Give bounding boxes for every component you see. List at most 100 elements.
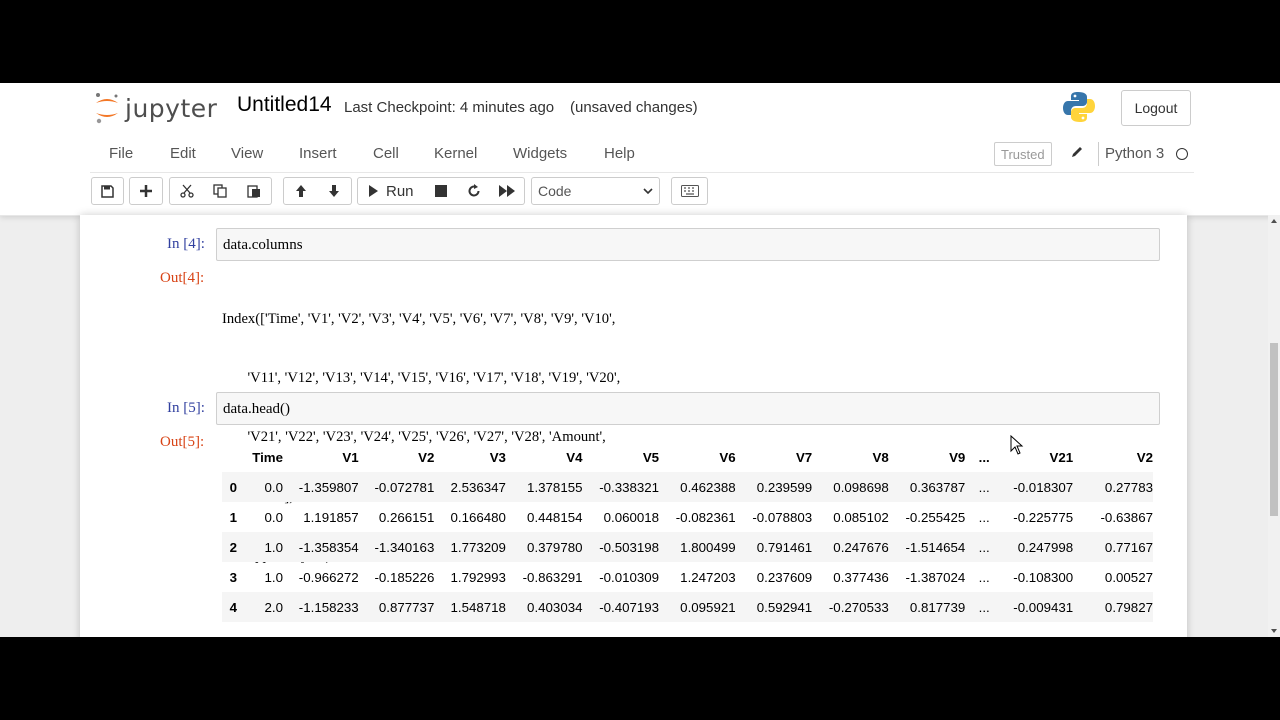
- table-cell: 0.00527: [1104, 569, 1153, 585]
- cell-type-select[interactable]: Code: [531, 177, 660, 205]
- column-header: V6: [719, 449, 736, 465]
- table-cell-ellipsis: ...: [978, 539, 990, 555]
- move-cell-down-button[interactable]: [317, 177, 352, 205]
- table-cell: -1.387024: [905, 569, 966, 585]
- table-cell: -0.225775: [1013, 509, 1074, 525]
- table-cell: -0.503198: [599, 539, 660, 555]
- table-cell: 1.378155: [527, 479, 583, 495]
- table-cell: 1.773209: [450, 539, 506, 555]
- chevron-down-icon: [643, 188, 653, 195]
- table-cell: -0.108300: [1013, 569, 1074, 585]
- paste-icon: [247, 185, 260, 198]
- table-row: 4 2.0 -1.158233 0.877737 1.548718 0.403034 -0.…: [222, 592, 1153, 622]
- table-cell: 0.817739: [909, 599, 966, 615]
- jupyter-logo[interactable]: jupyter: [93, 92, 217, 124]
- trusted-indicator[interactable]: Trusted: [994, 142, 1052, 166]
- copy-icon: [213, 184, 227, 198]
- save-icon: [101, 184, 114, 198]
- table-cell-ellipsis: ...: [978, 569, 990, 585]
- page-scrollbar[interactable]: [1268, 215, 1280, 637]
- column-header: V8: [872, 449, 889, 465]
- column-header-ellipsis: ...: [978, 449, 990, 465]
- dataframe-table: Time V1 V2 V3 V4 V5 V6 V7 V8 V9 ... V2 1: [222, 442, 1153, 622]
- arrow-down-icon: [329, 185, 339, 197]
- scroll-down-icon[interactable]: [1268, 625, 1280, 637]
- row-index: 0: [229, 479, 238, 495]
- menu-cell[interactable]: Cell: [373, 145, 399, 162]
- table-cell: 0.247676: [833, 539, 889, 555]
- code-text: data.columns: [223, 237, 303, 253]
- last-checkpoint: Last Checkpoint: 4 minutes ago: [344, 99, 555, 116]
- menu-edit[interactable]: Edit: [170, 145, 196, 162]
- fast-forward-icon: [499, 185, 515, 197]
- table-cell: 0.79827: [1104, 599, 1153, 615]
- interrupt-kernel-button[interactable]: [424, 177, 458, 205]
- table-cell: 1.191857: [303, 509, 359, 525]
- menu-kernel[interactable]: Kernel: [434, 145, 477, 162]
- code-input-area[interactable]: data.head(): [216, 392, 1160, 425]
- notebook-header: jupyter Untitled14 Last Checkpoint: 4 mi…: [0, 83, 1280, 216]
- scroll-up-icon[interactable]: [1268, 215, 1280, 227]
- table-cell: -1.158233: [298, 599, 359, 615]
- menu-insert[interactable]: Insert: [299, 145, 337, 162]
- column-header: V7: [795, 449, 813, 465]
- row-index: 1: [229, 509, 238, 525]
- save-button[interactable]: [91, 177, 124, 205]
- table-cell: 1.247203: [680, 569, 736, 585]
- table-cell: -0.407193: [599, 599, 660, 615]
- table-cell: 0.085102: [833, 509, 889, 525]
- run-label: Run: [386, 182, 414, 200]
- table-cell: 0.247998: [1017, 539, 1074, 555]
- table-row: 2 1.0 -1.358354 -1.340163 1.773209 0.379780 -0…: [222, 532, 1153, 562]
- arrow-up-icon: [295, 185, 306, 197]
- menu-help[interactable]: Help: [604, 145, 635, 162]
- table-cell: 0.0: [264, 509, 284, 525]
- play-icon: [369, 185, 378, 197]
- copy-button[interactable]: [203, 177, 238, 205]
- table-cell: -1.514654: [905, 539, 966, 555]
- table-cell: 1.800499: [680, 539, 736, 555]
- edit-pencil-icon[interactable]: [1070, 145, 1084, 159]
- kernel-separator: [1098, 142, 1099, 166]
- table-cell: -0.009431: [1013, 599, 1074, 615]
- table-cell: -0.863291: [522, 569, 583, 585]
- table-cell: 1.0: [264, 539, 284, 555]
- cut-button[interactable]: [169, 177, 204, 205]
- run-button[interactable]: Run: [357, 177, 425, 205]
- table-cell: 1.0: [264, 569, 284, 585]
- column-header: V9: [949, 449, 966, 465]
- kernel-name[interactable]: Python 3: [1105, 145, 1164, 162]
- column-header: V3: [489, 449, 506, 465]
- code-input-area[interactable]: data.columns: [216, 228, 1160, 261]
- table-cell: 0.060018: [603, 509, 660, 525]
- table-cell: 0.877737: [378, 599, 435, 615]
- command-palette-button[interactable]: [671, 177, 708, 205]
- table-row: 3 1.0 -0.966272 -0.185226 1.792993 -0.863291-…: [222, 562, 1153, 592]
- table-cell-ellipsis: ...: [978, 599, 990, 615]
- notebook-title[interactable]: Untitled14: [237, 93, 332, 117]
- column-header: V4: [566, 449, 583, 465]
- jupyter-window: jupyter Untitled14 Last Checkpoint: 4 mi…: [0, 83, 1280, 637]
- scrollbar-thumb[interactable]: [1270, 343, 1278, 516]
- column-header: V5: [642, 449, 660, 465]
- table-cell: 0.448154: [527, 509, 583, 525]
- paste-button[interactable]: [237, 177, 272, 205]
- logout-button[interactable]: Logout: [1121, 90, 1191, 126]
- menu-view[interactable]: View: [231, 145, 263, 162]
- table-cell: 0.592941: [756, 599, 813, 615]
- restart-run-all-button[interactable]: [490, 177, 525, 205]
- menu-file[interactable]: File: [109, 145, 133, 162]
- restart-kernel-button[interactable]: [457, 177, 491, 205]
- table-cell: 0.363787: [909, 479, 966, 495]
- table-cell: -0.63867: [1100, 509, 1154, 525]
- plus-icon: [140, 185, 152, 197]
- move-cell-up-button[interactable]: [283, 177, 318, 205]
- unsaved-changes-indicator: (unsaved changes): [570, 99, 698, 116]
- code-text: data.head(): [223, 401, 291, 417]
- table-cell-ellipsis: ...: [978, 479, 990, 495]
- menu-widgets[interactable]: Widgets: [513, 145, 567, 162]
- insert-cell-below-button[interactable]: [129, 177, 163, 205]
- column-header: V2: [418, 449, 435, 465]
- table-cell: -0.270533: [828, 599, 889, 615]
- input-prompt: In [4]:: [167, 236, 205, 252]
